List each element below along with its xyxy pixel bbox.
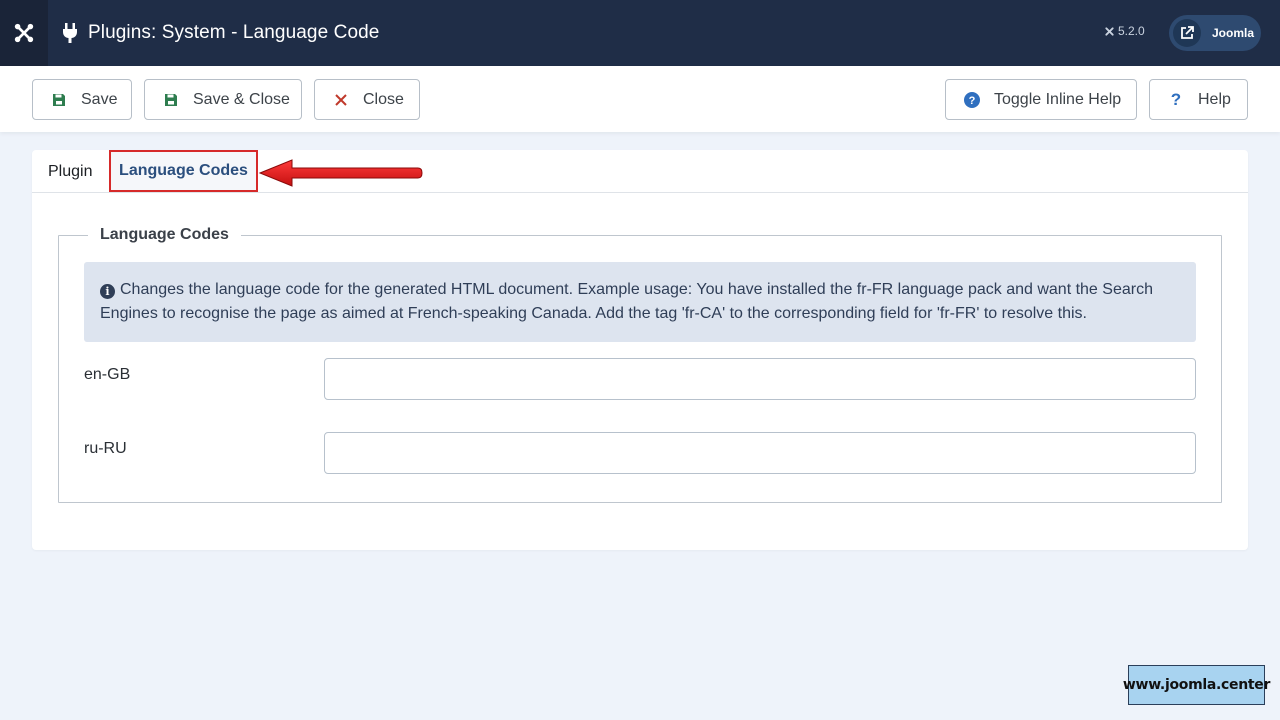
red-arrow-annotation [258, 159, 423, 187]
save-close-label: Save & Close [193, 90, 290, 108]
plug-icon [62, 22, 80, 44]
tab-bar: Plugin Language Codes [32, 150, 1248, 193]
joomla-small-icon [1105, 26, 1114, 36]
toggle-help-label: Toggle Inline Help [994, 90, 1122, 108]
page-title: Plugins: System - Language Code [88, 22, 380, 43]
ru-ru-input[interactable] [324, 432, 1196, 474]
tab-language-codes[interactable]: Language Codes [109, 150, 258, 192]
toggle-inline-help-button[interactable]: ? Toggle Inline Help [945, 79, 1137, 120]
question-circle-icon: ? [964, 91, 980, 108]
tab-plugin[interactable]: Plugin [48, 150, 92, 193]
fieldset-legend: Language Codes [88, 226, 241, 244]
save-close-button[interactable]: Save & Close [144, 79, 302, 120]
top-header: Plugins: System - Language Code 5.2.0 Jo… [0, 0, 1280, 66]
field-label-en-gb: en-GB [84, 366, 131, 383]
floppy-disk-icon [163, 92, 179, 108]
save-label: Save [81, 90, 118, 108]
watermark-logo: www.joomla.center [1123, 665, 1270, 705]
version-badge: 5.2.0 [1104, 24, 1145, 38]
info-icon: i [100, 284, 115, 299]
help-label: Help [1198, 90, 1231, 108]
help-button[interactable]: ? Help [1149, 79, 1248, 120]
floppy-disk-icon [51, 92, 67, 108]
toolbar: Save Save & Close Close ? Toggle Inline … [0, 66, 1280, 132]
edit-card: Plugin Language Codes Language Codes i Ch… [32, 150, 1248, 550]
close-icon [333, 92, 349, 108]
view-site-button[interactable]: Joomla [1169, 15, 1261, 51]
info-text: Changes the language code for the genera… [100, 281, 1153, 322]
joomla-logo-icon[interactable] [0, 0, 48, 66]
question-mark-icon: ? [1170, 89, 1182, 109]
close-label: Close [363, 90, 404, 108]
info-alert: i Changes the language code for the gener… [84, 262, 1196, 342]
site-button-label: Joomla [1212, 26, 1255, 40]
close-button[interactable]: Close [314, 79, 420, 120]
version-text: 5.2.0 [1118, 24, 1145, 38]
en-gb-input[interactable] [324, 358, 1196, 400]
save-button[interactable]: Save [32, 79, 132, 120]
external-link-icon [1173, 19, 1201, 47]
svg-text:?: ? [969, 95, 976, 107]
field-label-ru-ru: ru-RU [84, 440, 127, 457]
